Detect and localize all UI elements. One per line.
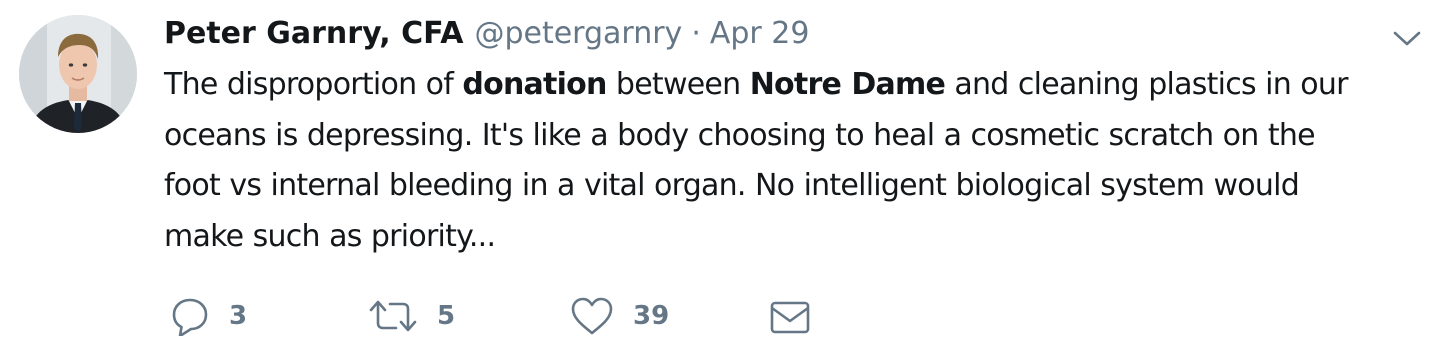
- tweet-text-bold: Notre Dame: [749, 67, 946, 102]
- tweet-text-run: between: [606, 67, 750, 102]
- heart-icon: [571, 297, 613, 335]
- tweet-text-run: The disproportion of: [164, 67, 463, 102]
- like-button[interactable]: 39: [570, 290, 669, 342]
- retweet-count: 5: [437, 301, 456, 331]
- tweet-header: Peter Garnry, CFA @petergarnry · Apr 29: [164, 12, 809, 56]
- reply-count: 3: [229, 301, 248, 331]
- tweet-actions: 3 5 39: [0, 290, 1432, 342]
- direct-message-button[interactable]: [769, 290, 811, 342]
- retweet-icon: [369, 300, 417, 332]
- avatar-photo: [19, 15, 137, 133]
- tweet-text-bold: donation: [462, 67, 607, 102]
- tweet-text-line: foot vs internal bleeding in a vital org…: [164, 161, 1432, 212]
- avatar[interactable]: [19, 15, 137, 133]
- separator-dot: ·: [691, 16, 701, 51]
- reply-icon: [172, 298, 208, 336]
- author-name[interactable]: Peter Garnry, CFA: [164, 12, 463, 56]
- author-handle[interactable]: @petergarnry: [474, 12, 682, 56]
- envelope-icon: [770, 301, 810, 334]
- tweet-text-run: foot vs internal bleeding in a vital org…: [164, 168, 1300, 203]
- chevron-down-icon: [1393, 31, 1421, 46]
- tweet-text-run: and cleaning plastics in our: [945, 67, 1348, 102]
- tweet-text-run: oceans is depressing. It's like a body c…: [164, 117, 1316, 153]
- like-count: 39: [633, 301, 670, 331]
- more-options-button[interactable]: [1390, 26, 1424, 50]
- reply-button[interactable]: 3: [170, 290, 247, 342]
- tweet-text-run: make such as priority...: [164, 218, 496, 254]
- retweet-button[interactable]: 5: [368, 290, 455, 342]
- tweet-text: The disproportion of donation between No…: [164, 60, 1432, 262]
- tweet-date[interactable]: Apr 29: [710, 12, 810, 56]
- tweet-text-line: make such as priority...: [164, 212, 1432, 263]
- tweet: Peter Garnry, CFA @petergarnry · Apr 29 …: [0, 0, 1432, 345]
- tweet-text-line: oceans is depressing. It's like a body c…: [164, 111, 1432, 162]
- tweet-text-line: The disproportion of donation between No…: [164, 60, 1432, 111]
